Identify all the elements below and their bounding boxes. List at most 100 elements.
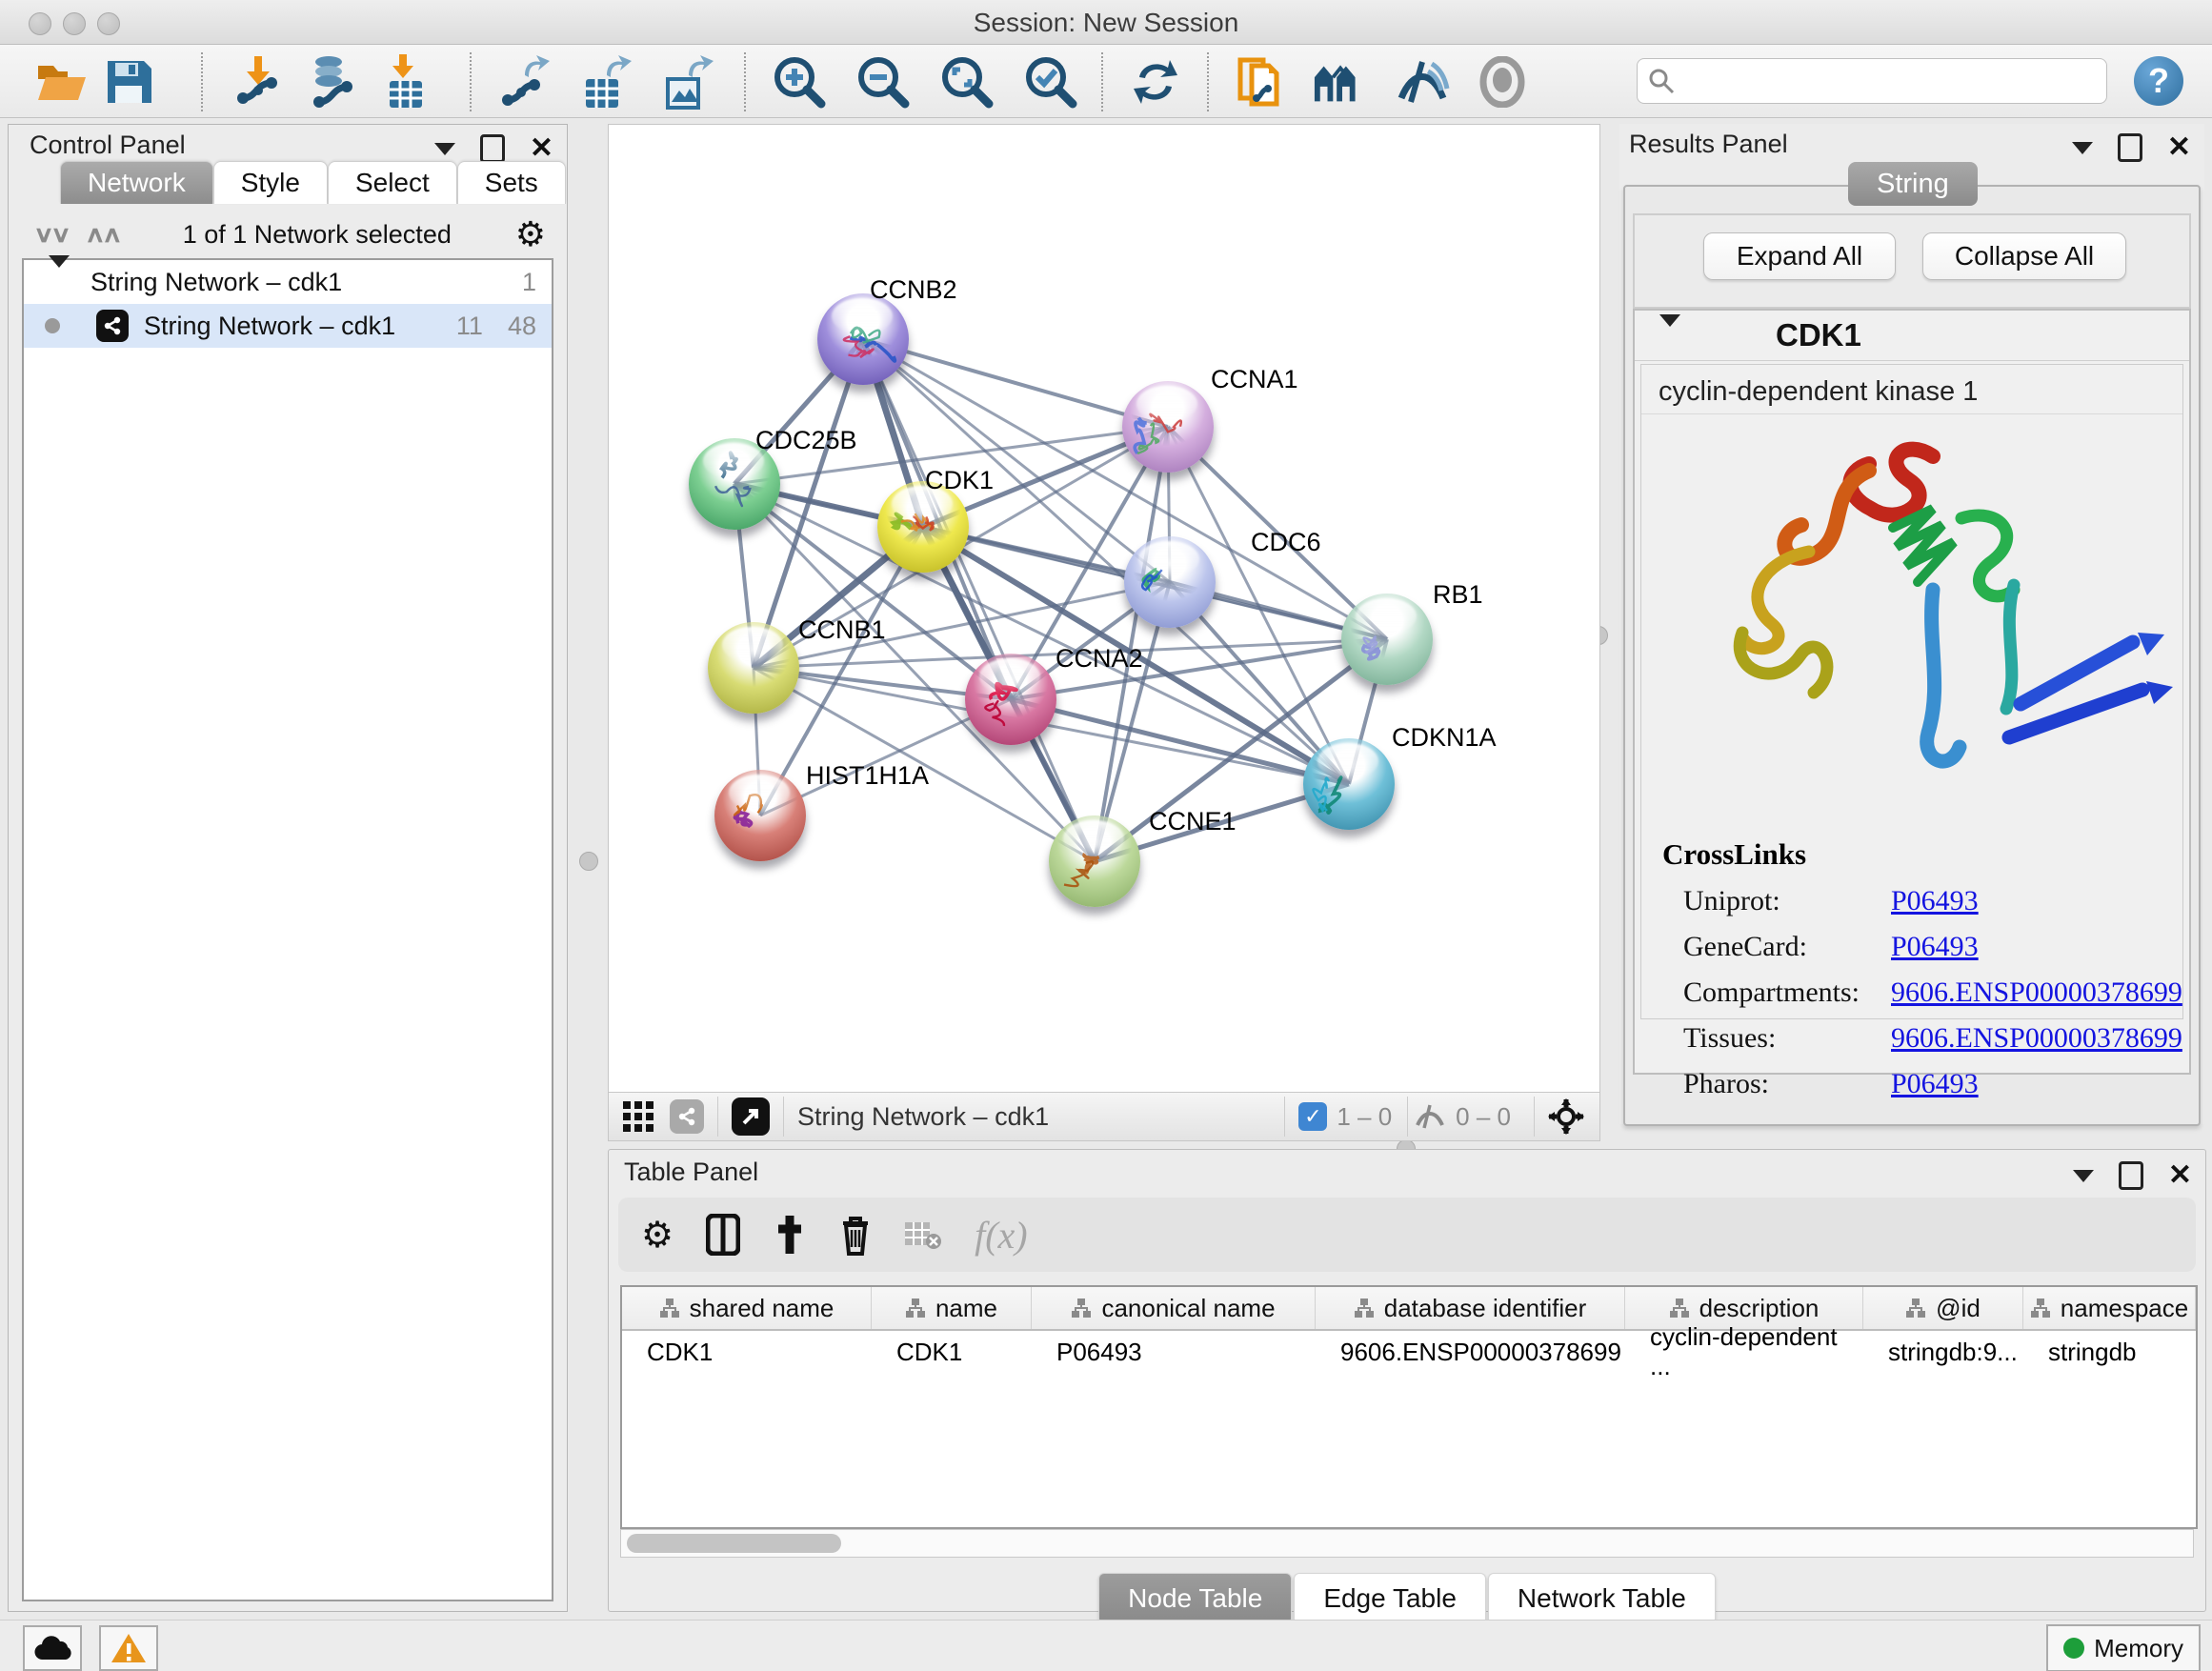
column-header-canonical-name[interactable]: canonical name: [1032, 1287, 1316, 1329]
network-list: String Network – cdk1 1 String Network –…: [22, 258, 553, 1601]
memory-button[interactable]: Memory: [2046, 1624, 2201, 1671]
node-RB1[interactable]: [1341, 594, 1433, 685]
show-details-icon[interactable]: [1473, 54, 1532, 110]
zoom-in-icon[interactable]: [770, 54, 829, 110]
table-options-gear-icon[interactable]: ⚙: [641, 1214, 674, 1257]
search-input[interactable]: [1676, 66, 2106, 97]
crosslink-link[interactable]: P06493: [1891, 885, 1979, 917]
float-panel-icon[interactable]: [2118, 133, 2142, 162]
node-CDC6[interactable]: [1124, 536, 1216, 628]
refresh-icon[interactable]: [1126, 54, 1185, 110]
node-CCNB1[interactable]: [708, 622, 799, 714]
node-CDKN1A[interactable]: [1303, 738, 1395, 830]
results-panel-title: Results Panel: [1629, 130, 1788, 159]
node-label-CDKN1A: CDKN1A: [1392, 723, 1497, 753]
tab-string[interactable]: String: [1848, 162, 1978, 206]
node-CCNB2[interactable]: [817, 293, 909, 385]
show-columns-icon[interactable]: [706, 1214, 740, 1256]
node-table: shared namenamecanonical namedatabase id…: [620, 1285, 2198, 1529]
crosslink-link[interactable]: P06493: [1891, 1068, 1979, 1100]
left-splitter-handle[interactable]: [579, 852, 598, 871]
scrollbar-thumb[interactable]: [627, 1534, 841, 1553]
float-panel-icon[interactable]: [2119, 1161, 2143, 1190]
node-gloss: [1136, 386, 1196, 422]
toolbar-separator: [470, 52, 472, 111]
zoom-selected-icon[interactable]: [1021, 54, 1080, 110]
gene-description: cyclin-dependent kinase 1: [1641, 365, 2182, 414]
crosslink-label: GeneCard:: [1683, 931, 1891, 963]
memory-label: Memory: [2094, 1634, 2183, 1663]
network-collection-row[interactable]: String Network – cdk1 1: [24, 260, 552, 304]
save-session-icon[interactable]: [99, 54, 158, 110]
open-session-icon[interactable]: [32, 54, 91, 110]
tab-network[interactable]: Network: [60, 161, 213, 204]
network-row[interactable]: String Network – cdk1 1148: [24, 304, 552, 348]
close-panel-icon[interactable]: ✕: [2168, 1164, 2192, 1187]
network-view[interactable]: CCNB2CCNA1CDC25BCDK1CDC6RB1CCNB1CCNA2CDK…: [608, 124, 1600, 1141]
tab-network-table[interactable]: Network Table: [1488, 1573, 1716, 1624]
selected-checkbox-icon[interactable]: ✓: [1298, 1102, 1327, 1131]
expand-all-icon[interactable]: ∨∨: [33, 221, 68, 248]
hidden-eye-icon[interactable]: [1414, 1102, 1446, 1131]
tab-node-table[interactable]: Node Table: [1098, 1573, 1292, 1624]
network-graph[interactable]: CCNB2CCNA1CDC25BCDK1CDC6RB1CCNB1CCNA2CDK…: [609, 125, 1599, 1093]
crosslink-link[interactable]: 9606.ENSP00000378699: [1891, 1022, 2182, 1055]
delete-table-icon: [904, 1218, 942, 1251]
cloud-icon[interactable]: [23, 1625, 82, 1671]
network-options-gear-icon[interactable]: ⚙: [515, 214, 546, 254]
search-icon: [1647, 67, 1676, 95]
column-header-namespace[interactable]: namespace: [2023, 1287, 2196, 1329]
float-panel-icon[interactable]: [480, 134, 505, 163]
network-share-view-icon[interactable]: [670, 1099, 704, 1134]
hide-details-icon[interactable]: [1393, 54, 1452, 110]
import-network-icon[interactable]: [229, 54, 288, 110]
create-column-icon[interactable]: [773, 1214, 807, 1256]
tab-select[interactable]: Select: [328, 161, 457, 204]
column-header-name[interactable]: name: [872, 1287, 1032, 1329]
edge-count: 48: [508, 312, 536, 341]
import-table-icon[interactable]: [375, 54, 434, 110]
collapse-triangle-icon[interactable]: [49, 268, 70, 297]
delete-column-icon[interactable]: [839, 1214, 872, 1256]
node-CCNA2[interactable]: [965, 654, 1056, 745]
table-hscrollbar[interactable]: [620, 1529, 2194, 1558]
tab-sets[interactable]: Sets: [457, 161, 566, 204]
table-tabs: Node TableEdge TableNetwork Table: [609, 1573, 2205, 1624]
table-row[interactable]: CDK1CDK1P064939606.ENSP00000378699cyclin…: [622, 1331, 2196, 1373]
panel-menu-icon[interactable]: [434, 143, 455, 155]
collapse-all-button[interactable]: Collapse All: [1922, 232, 2126, 280]
hidden-count: 0 – 0: [1456, 1102, 1511, 1132]
column-header--id[interactable]: @id: [1863, 1287, 2023, 1329]
crosslink-link[interactable]: 9606.ENSP00000378699: [1891, 976, 2182, 1009]
node-CCNE1[interactable]: [1049, 815, 1140, 907]
close-panel-icon[interactable]: ✕: [2167, 136, 2191, 159]
zoom-out-icon[interactable]: [854, 54, 913, 110]
import-database-icon[interactable]: [301, 54, 360, 110]
export-table-icon[interactable]: [575, 54, 634, 110]
network-overview-icon[interactable]: [1313, 54, 1372, 110]
expand-all-button[interactable]: Expand All: [1703, 232, 1896, 280]
tab-style[interactable]: Style: [213, 161, 328, 204]
node-CCNA1[interactable]: [1122, 381, 1214, 473]
panel-menu-icon[interactable]: [2073, 1170, 2094, 1182]
collapse-all-icon[interactable]: ∧∧: [85, 221, 119, 248]
clone-network-icon[interactable]: [1233, 54, 1292, 110]
fit-selected-icon[interactable]: [1548, 1098, 1584, 1135]
detach-view-icon[interactable]: [732, 1097, 770, 1136]
network-share-icon: [96, 310, 129, 342]
close-panel-icon[interactable]: ✕: [530, 137, 553, 160]
tab-edge-table[interactable]: Edge Table: [1294, 1573, 1486, 1624]
column-header-database-identifier[interactable]: database identifier: [1316, 1287, 1625, 1329]
zoom-fit-icon[interactable]: [937, 54, 996, 110]
export-image-icon[interactable]: [657, 54, 716, 110]
help-icon[interactable]: ?: [2134, 56, 2183, 106]
crosslink-link[interactable]: P06493: [1891, 931, 1979, 963]
node-HIST1H1A[interactable]: [714, 770, 806, 861]
column-header-shared-name[interactable]: shared name: [622, 1287, 872, 1329]
network-name: String Network – cdk1: [144, 312, 395, 341]
export-network-icon[interactable]: [495, 54, 554, 110]
warning-icon[interactable]: [99, 1625, 158, 1671]
panel-menu-icon[interactable]: [2072, 142, 2093, 154]
section-collapse-icon[interactable]: [1659, 327, 1680, 344]
grid-view-icon[interactable]: [622, 1100, 654, 1133]
